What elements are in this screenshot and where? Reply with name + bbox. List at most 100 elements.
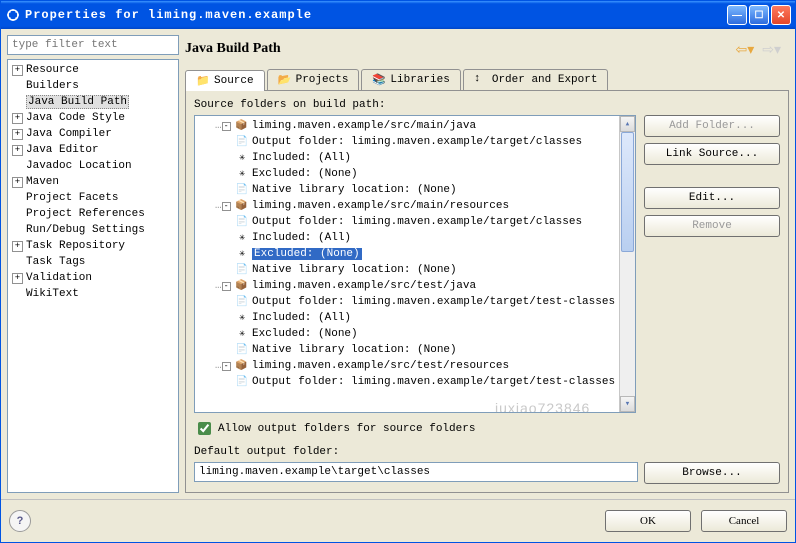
source-node[interactable]: ✳Excluded: (None) [195,246,619,262]
right-panel: Java Build Path ⇦▾ ⇨▾ 📁Source📂Projects📚L… [185,35,789,493]
help-button[interactable]: ? [9,510,31,532]
default-output-label: Default output folder: [194,446,780,458]
tree-item[interactable]: +Validation [8,270,178,286]
scrollbar-vertical[interactable]: ▴ ▾ [619,116,635,412]
tab-libraries[interactable]: 📚Libraries [361,69,460,90]
source-node[interactable]: …-📦liming.maven.example/src/main/java [195,118,619,134]
node-label: Excluded: (None) [252,248,362,260]
tree-item-label: Task Tags [26,256,85,268]
source-node[interactable]: …-📦liming.maven.example/src/main/resourc… [195,198,619,214]
tree-item[interactable]: Project References [8,206,178,222]
maximize-button[interactable]: ☐ [749,5,769,25]
tree-item[interactable]: +Java Code Style [8,110,178,126]
node-icon: 📄 [235,344,249,356]
tree-item[interactable]: +Java Editor [8,142,178,158]
expander-icon [12,193,23,204]
expander-icon[interactable]: + [12,177,23,188]
tree-item[interactable]: +Resource [8,62,178,78]
remove-button[interactable]: Remove [644,215,780,237]
source-node[interactable]: 📄Output folder: liming.maven.example/tar… [195,374,619,390]
tree-item-label: Project References [26,208,145,220]
nav-arrows: ⇦▾ ⇨▾ [735,41,789,58]
expander-icon[interactable]: + [12,113,23,124]
allow-output-checkbox[interactable] [198,422,211,435]
source-node[interactable]: ✳Included: (All) [195,150,619,166]
node-icon: ✳ [235,328,249,340]
source-node[interactable]: 📄Output folder: liming.maven.example/tar… [195,134,619,150]
browse-button[interactable]: Browse... [644,462,780,484]
expander-icon[interactable]: - [222,282,231,291]
source-node[interactable]: 📄Native library location: (None) [195,342,619,358]
tab-strip: 📁Source📂Projects📚Libraries↕Order and Exp… [185,69,789,90]
scroll-thumb[interactable] [621,132,634,252]
scroll-up-icon[interactable]: ▴ [620,116,635,132]
forward-icon[interactable]: ⇨▾ [762,41,781,58]
source-node[interactable]: …-📦liming.maven.example/src/test/java [195,278,619,294]
filter-input[interactable] [7,35,179,55]
source-node[interactable]: 📄Output folder: liming.maven.example/tar… [195,214,619,230]
source-node[interactable]: …-📦liming.maven.example/src/test/resourc… [195,358,619,374]
tab-order-and-export[interactable]: ↕Order and Export [463,69,609,90]
tree-item[interactable]: Javadoc Location [8,158,178,174]
tree-item-label: Maven [26,176,59,188]
expander-icon[interactable]: - [222,122,231,131]
node-label: Output folder: liming.maven.example/targ… [252,136,582,148]
source-node[interactable]: 📄Native library location: (None) [195,262,619,278]
default-output-input[interactable] [194,462,638,482]
tree-item-label: Java Build Path [26,95,129,109]
expander-icon[interactable]: - [222,362,231,371]
back-icon[interactable]: ⇦▾ [735,41,754,58]
expander-icon[interactable]: + [12,145,23,156]
scroll-down-icon[interactable]: ▾ [620,396,635,412]
tree-item[interactable]: +Maven [8,174,178,190]
source-node[interactable]: ✳Excluded: (None) [195,326,619,342]
source-node[interactable]: 📄Native library location: (None) [195,182,619,198]
node-icon: 📦 [235,200,249,212]
minimize-button[interactable]: — [727,5,747,25]
expander-icon [12,225,23,236]
tab-body-source: Source folders on build path: …-📦liming.… [185,90,789,493]
tab-source[interactable]: 📁Source [185,70,265,91]
tree-item[interactable]: Run/Debug Settings [8,222,178,238]
node-label: Included: (All) [252,312,351,324]
tree-item[interactable]: Java Build Path [8,94,178,110]
tab-projects[interactable]: 📂Projects [267,69,360,90]
expander-icon[interactable]: - [222,202,231,211]
tree-item[interactable]: Project Facets [8,190,178,206]
footer: ? OK Cancel [1,499,795,542]
node-label: Output folder: liming.maven.example/targ… [252,376,615,388]
tree-item[interactable]: Task Tags [8,254,178,270]
tree-item[interactable]: Builders [8,78,178,94]
node-label: Native library location: (None) [252,184,457,196]
ok-button[interactable]: OK [605,510,691,532]
edit-button[interactable]: Edit... [644,187,780,209]
node-label: Excluded: (None) [252,168,358,180]
node-label: Excluded: (None) [252,328,358,340]
source-node[interactable]: ✳Included: (All) [195,230,619,246]
expander-icon[interactable]: + [12,129,23,140]
source-tree[interactable]: …-📦liming.maven.example/src/main/java📄Ou… [195,116,619,412]
category-tree[interactable]: +ResourceBuildersJava Build Path+Java Co… [7,59,179,493]
tree-item[interactable]: WikiText [8,286,178,302]
page-title: Java Build Path [185,41,735,57]
link-source-button[interactable]: Link Source... [644,143,780,165]
node-icon: ✳ [235,248,249,260]
close-button[interactable]: ✕ [771,5,791,25]
source-node[interactable]: 📄Output folder: liming.maven.example/tar… [195,294,619,310]
cancel-button[interactable]: Cancel [701,510,787,532]
source-folders-label: Source folders on build path: [194,99,780,111]
tree-item[interactable]: +Java Compiler [8,126,178,142]
source-node[interactable]: ✳Included: (All) [195,310,619,326]
window-title: Properties for liming.maven.example [25,8,727,22]
add-folder-button[interactable]: Add Folder... [644,115,780,137]
expander-icon[interactable]: + [12,65,23,76]
node-label: Output folder: liming.maven.example/targ… [252,216,582,228]
expander-icon[interactable]: + [12,273,23,284]
expander-icon[interactable]: + [12,241,23,252]
node-icon: ✳ [235,168,249,180]
tree-item-label: Java Code Style [26,112,125,124]
source-node[interactable]: ✳Excluded: (None) [195,166,619,182]
tree-item-label: Run/Debug Settings [26,224,145,236]
properties-window: Properties for liming.maven.example — ☐ … [0,0,796,543]
tree-item[interactable]: +Task Repository [8,238,178,254]
